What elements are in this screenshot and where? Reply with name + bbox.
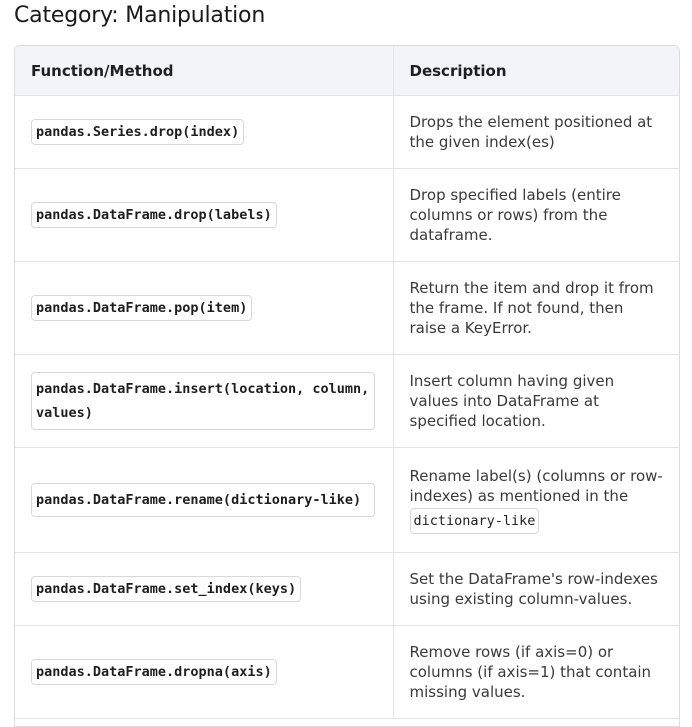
function-code: pandas.DataFrame.drop(labels) [31, 202, 277, 228]
table-row: pandas.DataFrame.insert(location, column… [15, 354, 679, 448]
function-code: pandas.DataFrame.dropna(axis) [31, 659, 277, 685]
functions-table: Function/Method Description pandas.Serie… [14, 45, 680, 727]
table-row: pandas.DataFrame.rename(dictionary-like)… [15, 447, 679, 553]
page-title: Category: Manipulation [14, 3, 266, 28]
table-row: pandas.DataFrame.set_index(keys) Set the… [15, 552, 679, 626]
table-row: pandas.DataFrame.pop(item) Return the it… [15, 261, 679, 355]
table-header-row: Function/Method Description [15, 46, 679, 96]
column-header-function: Function/Method [15, 46, 393, 96]
function-cell: pandas.DataFrame.pop(item) [15, 261, 393, 355]
column-header-description: Description [392, 46, 679, 96]
description-cell: Drop specified labels (entire columns or… [392, 168, 679, 262]
description-cell: Insert column having given values into D… [392, 354, 679, 448]
table-row: pandas.Series.drop(index) Drops the elem… [15, 95, 679, 169]
function-code: pandas.DataFrame.insert(location, column… [31, 372, 375, 430]
function-code: pandas.DataFrame.pop(item) [31, 295, 253, 321]
function-cell: pandas.DataFrame.drop(labels) [15, 168, 393, 262]
description-cell: Set the DataFrame's row-indexes using ex… [392, 552, 679, 626]
description-cell: Rename label(s) (columns or row-indexes)… [392, 447, 679, 553]
function-cell: pandas.DataFrame.rename(dictionary-like) [15, 447, 393, 553]
description-inline-code: dictionary-like [409, 508, 540, 534]
function-code: pandas.Series.drop(index) [31, 119, 245, 145]
function-cell: pandas.Series.drop(index) [15, 95, 393, 169]
function-cell: pandas.DataFrame.set_index(keys) [15, 552, 393, 626]
table-row: pandas.DataFrame.drop(labels) Drop speci… [15, 168, 679, 262]
function-cell: pandas.DataFrame.insert(location, column… [15, 354, 393, 448]
function-code: pandas.DataFrame.set_index(keys) [31, 576, 302, 602]
function-code: pandas.DataFrame.rename(dictionary-like) [31, 483, 375, 517]
description-cell: Return the item and drop it from the fra… [392, 261, 679, 355]
description-text: Rename label(s) (columns or row-indexes)… [409, 467, 663, 505]
description-cell: Drops the element positioned at the give… [392, 95, 679, 169]
